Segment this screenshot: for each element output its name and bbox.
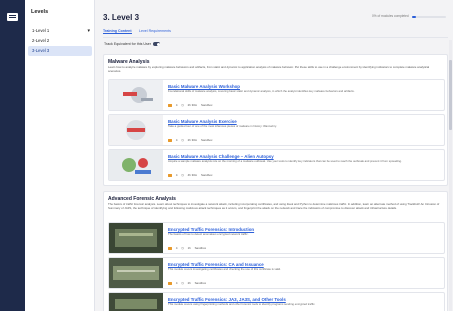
module-card[interactable]: Encrypted Traffic Forensics: Introductio… bbox=[108, 222, 445, 254]
module-thumbnail bbox=[109, 293, 163, 311]
clock-icon: ◷ bbox=[181, 281, 184, 285]
module-duration: 4h 30m bbox=[187, 173, 198, 177]
module-meta: 4 ◷ 2h 30m Sandbox bbox=[168, 103, 215, 107]
sidebar-item-label: 2-Level 2 bbox=[32, 38, 50, 43]
module-card[interactable]: Basic Malware Analysis Workshop Foundati… bbox=[108, 79, 445, 111]
progress-label: 0% of modules completed bbox=[372, 14, 409, 18]
module-card[interactable]: Encrypted Traffic Forensics: JA3, JA3S, … bbox=[108, 292, 445, 311]
module-description: Acquire a sample malware analysis role o… bbox=[168, 159, 402, 163]
module-card[interactable]: Basic Malware Analysis Challenge – Alien… bbox=[108, 149, 445, 181]
module-meta: 4 ◷ 4h 30m Sandbox bbox=[168, 173, 215, 177]
progress-fill bbox=[412, 16, 417, 18]
module-meta: 4 ◷ 1h Sandbox bbox=[168, 246, 209, 250]
module-difficulty: 4 bbox=[175, 103, 178, 107]
module-thumbnail bbox=[109, 223, 163, 253]
section-description: Learn how to analyze malware by explorin… bbox=[108, 65, 430, 73]
module-duration: 2h 30m bbox=[187, 138, 198, 142]
module-difficulty: 4 bbox=[175, 173, 178, 177]
filter-label: Track Equivalent for this User bbox=[104, 42, 152, 46]
levels-sidebar: Levels 1-Level 1 ▾ 2-Level 2 3-Level 3 bbox=[25, 0, 95, 311]
app-window: Levels 1-Level 1 ▾ 2-Level 2 3-Level 3 3… bbox=[0, 0, 453, 311]
scrollbar[interactable] bbox=[449, 40, 452, 311]
difficulty-icon bbox=[168, 103, 172, 107]
clock-icon: ◷ bbox=[181, 138, 184, 142]
module-meta: 4 ◷ 2h 30m Sandbox bbox=[168, 138, 215, 142]
module-type: Sandbox bbox=[201, 138, 213, 142]
sidebar-title: Levels bbox=[31, 9, 49, 15]
module-difficulty: 4 bbox=[175, 138, 178, 142]
module-thumbnail bbox=[109, 115, 163, 145]
module-duration: 2h bbox=[187, 281, 191, 285]
module-duration: 2h 30m bbox=[187, 103, 198, 107]
module-duration: 1h bbox=[187, 246, 191, 250]
sidebar-item-level-2[interactable]: 2-Level 2 bbox=[28, 36, 92, 46]
difficulty-icon bbox=[168, 138, 172, 142]
nav-rail bbox=[0, 0, 25, 311]
sidebar-item-level-3[interactable]: 3-Level 3 bbox=[28, 46, 92, 56]
module-description: Take a guided tour of one of the most in… bbox=[168, 124, 277, 128]
module-description: This module covers investigating certifi… bbox=[168, 267, 282, 271]
progress-bar bbox=[412, 16, 446, 18]
menu-logo-icon[interactable] bbox=[7, 13, 18, 21]
module-thumbnail bbox=[109, 258, 163, 288]
difficulty-icon bbox=[168, 246, 172, 250]
module-type: Sandbox bbox=[194, 246, 207, 250]
module-card[interactable]: Encrypted Traffic Forensics: CA and Issu… bbox=[108, 257, 445, 289]
section-description: The basics of traffic forensic analysis.… bbox=[108, 202, 440, 210]
clock-icon: ◷ bbox=[181, 103, 184, 107]
scrollbar-thumb[interactable] bbox=[449, 60, 452, 130]
section-advanced-forensic-analysis: Advanced Forensic Analysis The basics of… bbox=[103, 191, 448, 311]
tab-divider bbox=[103, 37, 448, 38]
difficulty-icon bbox=[168, 173, 172, 177]
module-description: Foundational skills of malware analysis,… bbox=[168, 89, 355, 93]
sidebar-item-label: 3-Level 3 bbox=[32, 48, 50, 53]
module-difficulty: 4 bbox=[175, 246, 178, 250]
module-meta: 4 ◷ 2h Sandbox bbox=[168, 281, 209, 285]
clock-icon: ◷ bbox=[181, 173, 184, 177]
clock-icon: ◷ bbox=[181, 246, 184, 250]
module-description: This module covers using fingerprinting … bbox=[168, 302, 316, 306]
tab-level-requirements[interactable]: Level Requirements bbox=[139, 29, 171, 33]
chevron-down-icon[interactable]: ▾ bbox=[87, 26, 90, 36]
module-thumbnail bbox=[109, 80, 163, 110]
section-malware-analysis: Malware Analysis Learn how to analyze ma… bbox=[103, 54, 448, 186]
main-content: 3. Level 3 0% of modules completed Train… bbox=[95, 0, 453, 311]
module-type: Sandbox bbox=[201, 173, 213, 177]
tab-training-content[interactable]: Training Content bbox=[103, 29, 132, 34]
module-type: Sandbox bbox=[194, 281, 207, 285]
module-thumbnail bbox=[109, 150, 163, 180]
module-card[interactable]: Basic Malware Analysis Exercise Take a g… bbox=[108, 114, 445, 146]
page-title: 3. Level 3 bbox=[103, 13, 140, 22]
filter-toggle[interactable] bbox=[153, 42, 160, 46]
module-difficulty: 4 bbox=[175, 281, 178, 285]
difficulty-icon bbox=[168, 281, 172, 285]
sidebar-item-level-1[interactable]: 1-Level 1 ▾ bbox=[28, 26, 92, 36]
module-description: The basics of how to detect anomalous en… bbox=[168, 232, 249, 236]
module-type: Sandbox bbox=[201, 103, 213, 107]
sidebar-item-label: 1-Level 1 bbox=[32, 28, 50, 33]
